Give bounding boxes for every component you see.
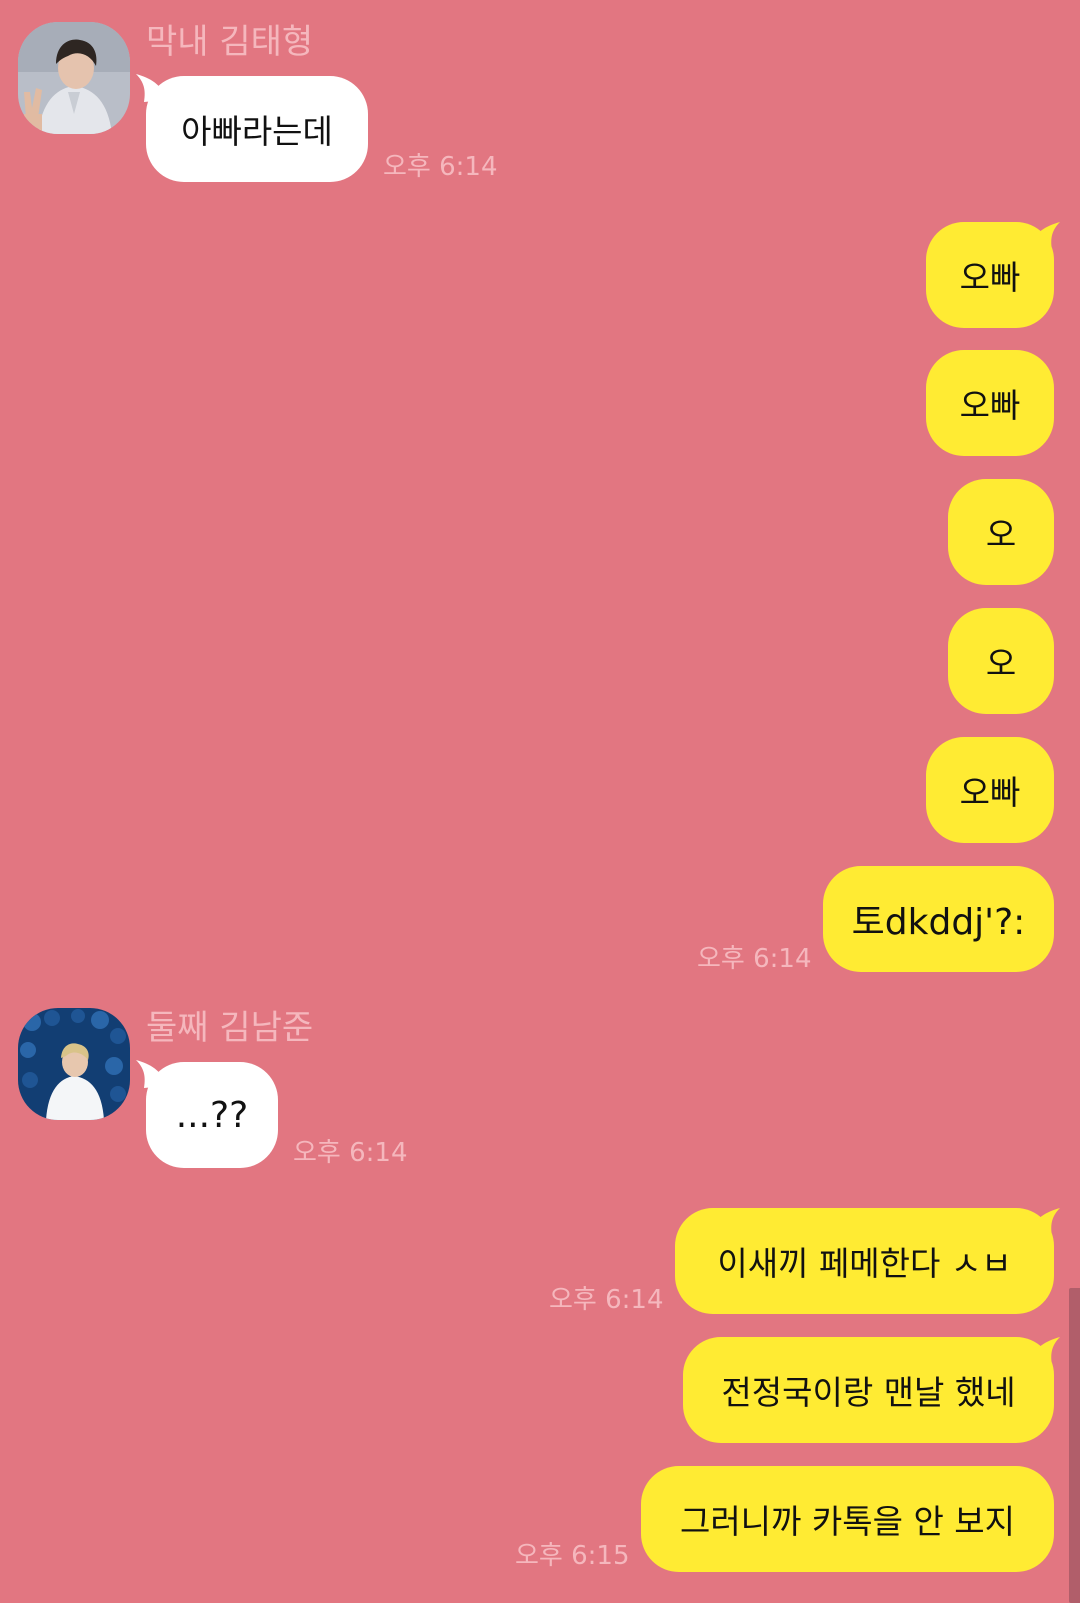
message-text: ...?? bbox=[146, 1062, 278, 1168]
message-timestamp: 오후 6:14 bbox=[293, 1138, 408, 1168]
message-timestamp: 오후 6:14 bbox=[383, 152, 498, 182]
message-text: 오 bbox=[948, 608, 1054, 714]
message-text: 오빠 bbox=[926, 350, 1054, 456]
message-timestamp: 오후 6:14 bbox=[697, 944, 812, 974]
message-text: 오 bbox=[948, 479, 1054, 585]
sender-name: 막내 김태형 bbox=[146, 22, 314, 62]
message-text: 토dkddj'?: bbox=[823, 866, 1054, 972]
avatar-photo-icon bbox=[18, 22, 130, 134]
avatar-photo-icon bbox=[18, 1008, 130, 1120]
scrollbar-thumb[interactable] bbox=[1069, 1288, 1080, 1603]
message-text: 그러니까 카톡을 안 보지 bbox=[641, 1466, 1054, 1572]
avatar-namjoon[interactable] bbox=[18, 1008, 130, 1120]
message-text: 전정국이랑 맨날 했네 bbox=[683, 1337, 1054, 1443]
message-text: 오빠 bbox=[926, 737, 1054, 843]
sender-name: 둘째 김남준 bbox=[146, 1008, 314, 1048]
message-text: 아빠라는데 bbox=[146, 76, 368, 182]
chat-message-list[interactable]: 막내 김태형 아빠라는데 오후 6:14 오빠 오빠 오 오 오빠 토dkddj… bbox=[0, 0, 1080, 1603]
message-text: 이새끼 페메한다 ㅅㅂ bbox=[675, 1208, 1054, 1314]
message-text: 오빠 bbox=[926, 222, 1054, 328]
message-timestamp: 오후 6:14 bbox=[549, 1285, 664, 1315]
message-timestamp: 오후 6:15 bbox=[515, 1541, 630, 1571]
avatar-taehyung[interactable] bbox=[18, 22, 130, 134]
